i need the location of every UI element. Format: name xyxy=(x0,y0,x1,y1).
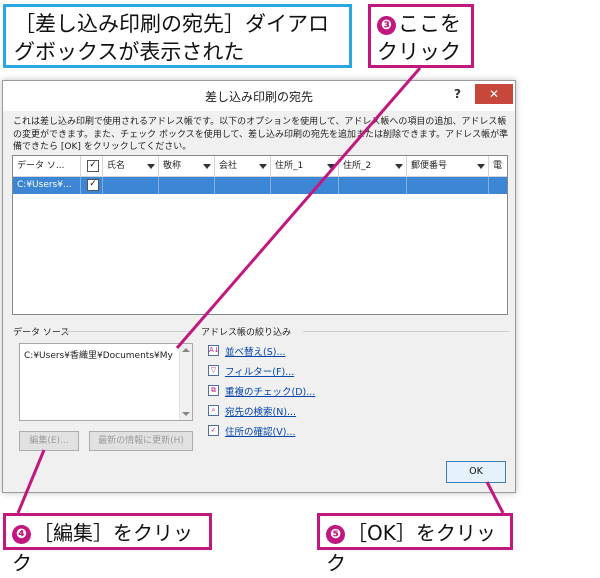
refresh-button[interactable]: 最新の情報に更新(H) xyxy=(89,431,193,451)
data-source-scrollbar[interactable] xyxy=(179,344,192,420)
step4-badge: ❹ xyxy=(12,525,31,544)
data-source-label: データ ソース xyxy=(13,328,70,338)
validate-icon: ✓ xyxy=(208,425,219,436)
grid-header: データ ソ... ✓ 氏名 敬称 会社 住所_1 住所_2 郵便番号 電 xyxy=(13,156,507,177)
dialog-description: これは差し込み印刷で使用されるアドレス帳です。以下のオプションを使用して、アドレ… xyxy=(13,117,509,152)
callout-step4-text: ［編集］をクリック xyxy=(12,521,193,575)
col-header-check[interactable]: ✓ xyxy=(81,156,103,176)
validate-addresses-label[interactable]: 住所の確認(V)... xyxy=(225,424,295,438)
row-phone xyxy=(489,177,507,194)
col-header-name-label: 氏名 xyxy=(107,161,126,171)
row-company xyxy=(215,177,271,194)
scroll-down-icon[interactable] xyxy=(182,412,190,416)
sort-link-label[interactable]: 並べ替え(S)... xyxy=(225,344,286,358)
col-header-company[interactable]: 会社 xyxy=(215,156,271,176)
col-header-name[interactable]: 氏名 xyxy=(103,156,159,176)
step3-badge: ❸ xyxy=(377,15,396,35)
data-source-list[interactable]: C:¥Users¥香織里¥Documents¥My xyxy=(19,343,193,421)
col-header-phone[interactable]: 電 xyxy=(489,156,507,176)
dialog-titlebar: 差し込み印刷の宛先 ? ✕ xyxy=(3,81,515,111)
callout-dialog-shown: ［差し込み印刷の宛先］ダイアログボックスが表示された xyxy=(3,4,352,68)
row-check-cell: ✓ xyxy=(81,177,103,194)
col-header-title-label: 敬称 xyxy=(163,161,182,171)
col-header-address2[interactable]: 住所_2 xyxy=(339,156,407,176)
row-name xyxy=(103,177,159,194)
help-button[interactable]: ? xyxy=(454,87,461,101)
chevron-down-icon[interactable] xyxy=(259,164,267,169)
filter-section-divider xyxy=(303,331,509,332)
chevron-down-icon[interactable] xyxy=(327,164,335,169)
scroll-up-icon[interactable] xyxy=(182,348,190,352)
row-address2 xyxy=(339,177,407,194)
callout-step3: ❸ ここをクリック xyxy=(368,4,474,68)
chevron-down-icon[interactable] xyxy=(477,164,485,169)
callout-dialog-shown-text: ［差し込み印刷の宛先］ダイアログボックスが表示された xyxy=(14,12,329,64)
ok-button[interactable]: OK xyxy=(446,461,506,483)
table-row[interactable]: C:¥Users¥... ✓ xyxy=(13,177,507,194)
row-postal xyxy=(407,177,489,194)
filter-icon: ▽ xyxy=(208,365,219,376)
close-button[interactable]: ✕ xyxy=(475,84,513,104)
row-data-source: C:¥Users¥... xyxy=(13,177,81,194)
dialog-title: 差し込み印刷の宛先 xyxy=(204,90,313,104)
callout-step5-text: ［OK］をクリック xyxy=(326,521,496,575)
col-header-postal[interactable]: 郵便番号 xyxy=(407,156,489,176)
search-icon: ⌕ xyxy=(208,405,219,416)
list-item[interactable]: C:¥Users¥香織里¥Documents¥My xyxy=(24,348,173,361)
col-header-address2-label: 住所_2 xyxy=(343,161,372,171)
recipients-grid[interactable]: データ ソ... ✓ 氏名 敬称 会社 住所_1 住所_2 郵便番号 電 C:¥… xyxy=(12,155,508,315)
col-header-data-source[interactable]: データ ソ... xyxy=(13,156,81,176)
row-title xyxy=(159,177,215,194)
chevron-down-icon[interactable] xyxy=(147,164,155,169)
find-duplicates-label[interactable]: 重複のチェック(D)... xyxy=(225,384,315,398)
col-header-postal-label: 郵便番号 xyxy=(411,161,448,171)
col-header-address1[interactable]: 住所_1 xyxy=(271,156,339,176)
col-header-phone-label: 電 xyxy=(493,161,503,171)
callout-step5: ❺ ［OK］をクリック xyxy=(317,513,513,575)
data-source-divider xyxy=(65,331,193,332)
find-recipient-label[interactable]: 宛先の検索(N)... xyxy=(225,404,296,418)
filter-link-label[interactable]: フィルター(F)... xyxy=(225,364,294,378)
col-header-company-label: 会社 xyxy=(219,161,238,171)
row-address1 xyxy=(271,177,339,194)
col-header-address1-label: 住所_1 xyxy=(275,161,304,171)
col-header-title[interactable]: 敬称 xyxy=(159,156,215,176)
chevron-down-icon[interactable] xyxy=(395,164,403,169)
sort-icon: A↓ xyxy=(208,345,220,356)
col-header-data-source-label: データ ソ... xyxy=(17,161,65,171)
duplicates-icon: ⧉ xyxy=(208,385,219,396)
row-checkbox[interactable]: ✓ xyxy=(87,178,99,191)
chevron-down-icon[interactable] xyxy=(203,164,211,169)
callout-step4: ❹ ［編集］をクリック xyxy=(3,513,212,575)
filter-section-label: アドレス帳の絞り込み xyxy=(201,328,292,338)
step5-badge: ❺ xyxy=(326,525,345,544)
select-all-checkbox[interactable]: ✓ xyxy=(87,159,99,172)
edit-button[interactable]: 編集(E)... xyxy=(19,431,79,451)
mail-merge-recipients-dialog: 差し込み印刷の宛先 ? ✕ これは差し込み印刷で使用されるアドレス帳です。以下の… xyxy=(2,80,516,493)
